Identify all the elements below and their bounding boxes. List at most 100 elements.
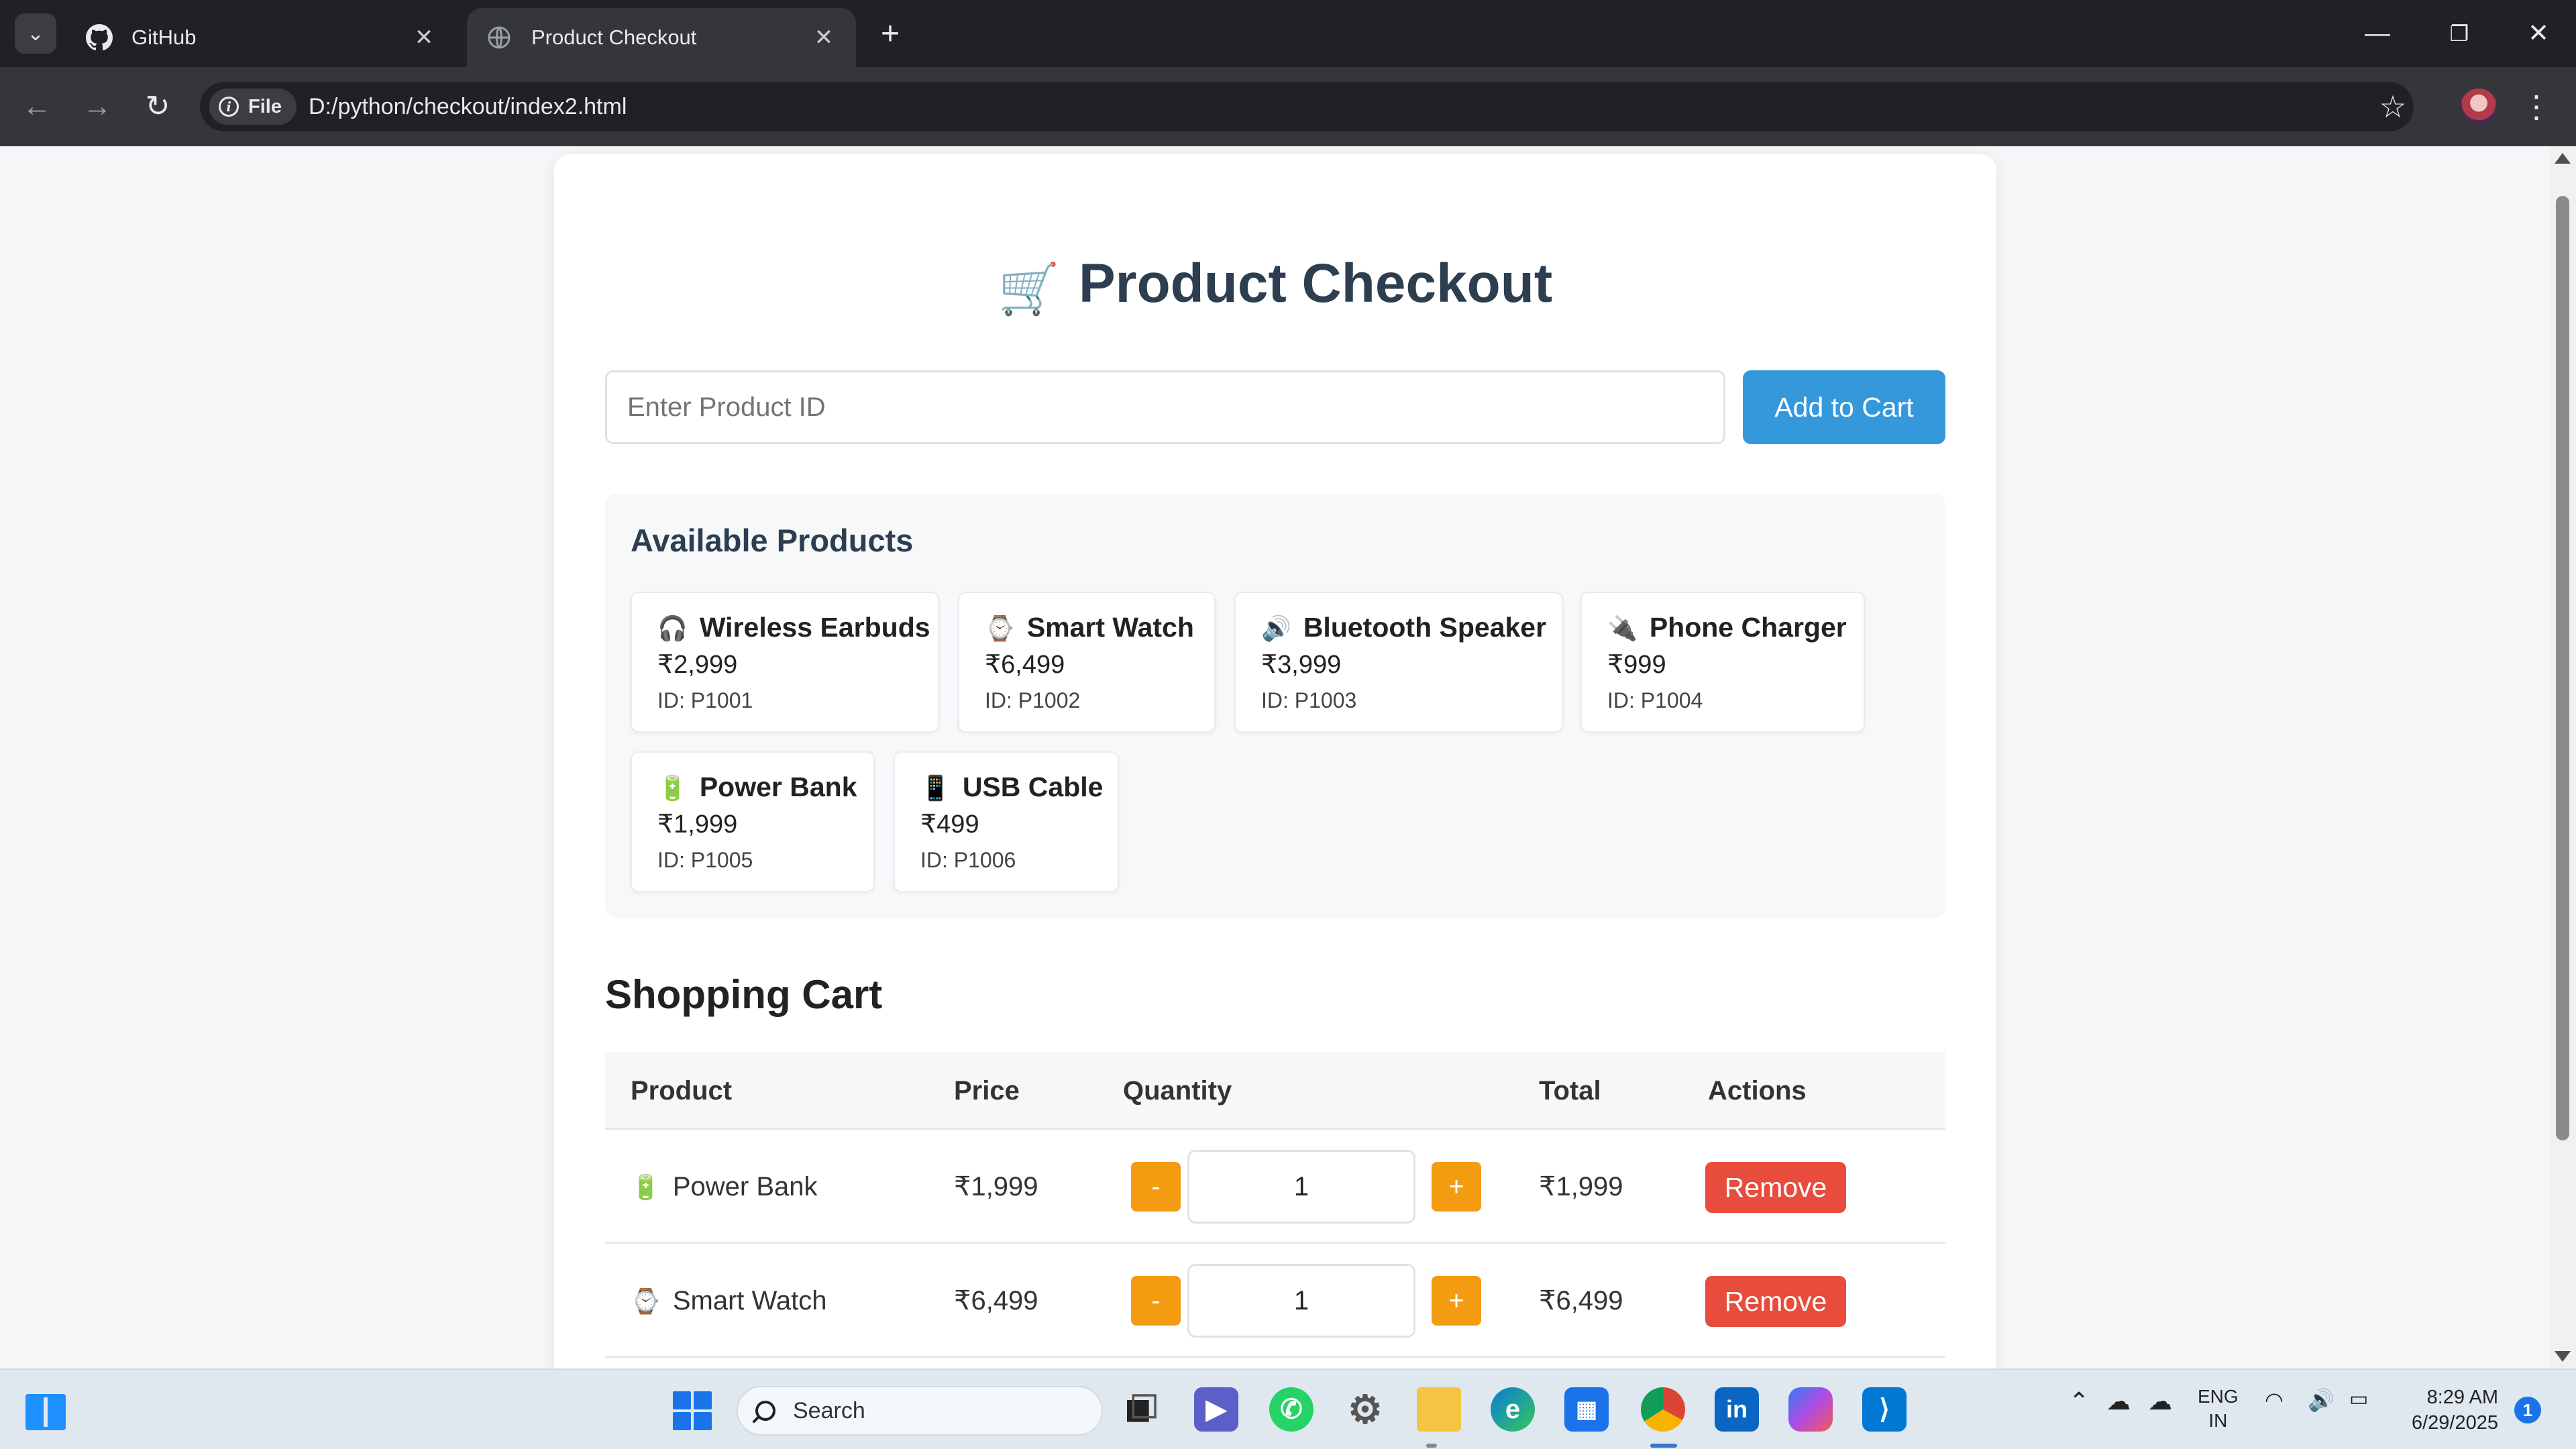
whatsapp-icon[interactable]: ✆ [1269, 1387, 1313, 1432]
github-icon [86, 24, 113, 51]
column-header-quantity: Quantity [1123, 1076, 1232, 1106]
tab-title: GitHub [131, 25, 197, 49]
info-icon: i [219, 97, 239, 117]
tab-product-checkout[interactable]: Product Checkout ✕ [467, 8, 856, 67]
input-language-indicator[interactable]: ENG IN [2198, 1385, 2239, 1433]
phone-icon: 📱 [920, 774, 951, 802]
quantity-input[interactable] [1187, 1264, 1415, 1338]
restore-icon[interactable]: ❐ [2432, 13, 2486, 54]
cart-row: ⌚Smart Watch ₹6,499 - + ₹6,499 Remove [605, 1244, 1945, 1358]
forward-arrow-icon[interactable]: → [76, 86, 118, 127]
remove-button[interactable]: Remove [1705, 1276, 1846, 1327]
reload-icon[interactable]: ↻ [137, 86, 178, 127]
cart-price: ₹6,499 [954, 1286, 1038, 1316]
product-name: ⌚ Smart Watch [985, 612, 1194, 643]
cart-table-header: Product Price Quantity Total Actions [605, 1052, 1945, 1130]
product-card[interactable]: 🔋 Power Bank ₹1,999 ID: P1005 [631, 751, 875, 892]
product-id: ID: P1002 [985, 688, 1081, 712]
product-card[interactable]: 🔌 Phone Charger ₹999 ID: P1004 [1580, 592, 1865, 733]
onedrive-icon[interactable]: ☁ [2148, 1387, 2172, 1415]
shopping-cart-heading: Shopping Cart [605, 972, 883, 1017]
start-logo-pane [694, 1391, 712, 1409]
headphones-icon: 🎧 [657, 614, 688, 642]
minimize-icon[interactable]: — [2351, 13, 2404, 54]
widgets-icon[interactable] [25, 1394, 66, 1430]
product-card[interactable]: 🔊 Bluetooth Speaker ₹3,999 ID: P1003 [1234, 592, 1563, 733]
product-card[interactable]: ⌚ Smart Watch ₹6,499 ID: P1002 [958, 592, 1216, 733]
microsoft-store-icon[interactable]: ▦ [1564, 1387, 1609, 1432]
tab-github[interactable]: GitHub ✕ [67, 8, 456, 67]
watch-icon: ⌚ [985, 614, 1015, 642]
address-bar[interactable]: i File D:/python/checkout/index2.html [200, 82, 2414, 131]
browser-menu-icon[interactable]: ⋮ [2521, 86, 2552, 127]
copilot-icon[interactable] [1788, 1387, 1833, 1432]
app-active-indicator [1650, 1444, 1677, 1448]
region-code: IN [2208, 1410, 2228, 1431]
add-to-cart-button[interactable]: Add to Cart [1743, 370, 1945, 444]
task-view-icon[interactable] [1119, 1387, 1163, 1432]
chrome-icon[interactable] [1641, 1387, 1685, 1432]
url-text[interactable]: D:/python/checkout/index2.html [309, 82, 627, 131]
product-card[interactable]: 📱 USB Cable ₹499 ID: P1006 [894, 751, 1119, 892]
chevron-up-icon[interactable]: ⌃ [2069, 1387, 2089, 1415]
product-id: ID: P1001 [657, 688, 753, 712]
increase-quantity-button[interactable]: + [1432, 1276, 1481, 1326]
scrollbar-thumb[interactable] [2556, 196, 2569, 1140]
clock[interactable]: 8:29 AM 6/29/2025 [2398, 1385, 2498, 1436]
battery-icon[interactable]: ▭ [2349, 1387, 2368, 1411]
product-id: ID: P1003 [1261, 688, 1357, 712]
profile-avatar[interactable] [2461, 89, 2497, 125]
wifi-icon[interactable]: ◠ [2265, 1387, 2284, 1413]
product-id-input[interactable] [605, 370, 1725, 444]
volume-icon[interactable]: 🔊 [2308, 1387, 2334, 1413]
scroll-up-arrow-icon[interactable] [2555, 153, 2571, 164]
column-header-price: Price [954, 1076, 1020, 1106]
cloud-offline-icon[interactable]: ☁ [2106, 1387, 2131, 1415]
window-close-icon[interactable]: ✕ [2512, 13, 2565, 54]
product-price: ₹499 [920, 810, 979, 839]
notification-badge[interactable]: 1 [2514, 1397, 2541, 1424]
start-logo-pane [673, 1391, 691, 1409]
site-info-chip[interactable]: i File [209, 89, 297, 125]
remove-button[interactable]: Remove [1705, 1162, 1846, 1213]
vscode-icon[interactable]: ⟩ [1862, 1387, 1907, 1432]
start-button[interactable] [673, 1391, 712, 1430]
product-name: 📱 USB Cable [920, 771, 1104, 802]
search-icon [755, 1401, 775, 1421]
available-products-heading: Available Products [631, 523, 914, 558]
edge-browser-icon[interactable]: e [1491, 1387, 1535, 1432]
close-icon[interactable]: ✕ [411, 24, 437, 51]
tab-search-button[interactable]: ⌄ [15, 13, 56, 54]
teams-chat-icon[interactable]: ▶ [1194, 1387, 1238, 1432]
back-arrow-icon[interactable]: ← [16, 86, 58, 127]
taskbar-search-box[interactable]: Search [737, 1386, 1103, 1436]
plug-icon: 🔌 [1607, 614, 1638, 642]
new-tab-button[interactable]: + [872, 16, 908, 52]
bookmark-star-icon[interactable]: ☆ [2375, 89, 2411, 125]
cart-row: 🔋Power Bank ₹1,999 - + ₹1,999 Remove [605, 1130, 1945, 1244]
clock-time: 8:29 AM [2426, 1387, 2498, 1408]
quantity-input[interactable] [1187, 1150, 1415, 1224]
decrease-quantity-button[interactable]: - [1131, 1276, 1181, 1326]
column-header-product: Product [631, 1076, 733, 1106]
checkout-container: 🛒 Product Checkout Add to Cart Available … [554, 154, 1996, 1368]
product-price: ₹1,999 [657, 810, 738, 839]
linkedin-icon[interactable]: in [1715, 1387, 1759, 1432]
product-name: 🔋 Power Bank [657, 771, 857, 802]
product-card[interactable]: 🎧 Wireless Earbuds ₹2,999 ID: P1001 [631, 592, 939, 733]
increase-quantity-button[interactable]: + [1432, 1162, 1481, 1212]
globe-icon [486, 24, 513, 51]
decrease-quantity-button[interactable]: - [1131, 1162, 1181, 1212]
battery-icon: 🔋 [631, 1173, 661, 1201]
product-id: ID: P1006 [920, 848, 1016, 872]
product-id: ID: P1005 [657, 848, 753, 872]
settings-gear-icon[interactable]: ⚙ [1343, 1387, 1387, 1432]
vertical-scrollbar[interactable] [2549, 146, 2576, 1368]
product-id: ID: P1004 [1607, 688, 1703, 712]
close-icon[interactable]: ✕ [810, 24, 837, 51]
clock-date: 6/29/2025 [2411, 1412, 2498, 1434]
file-explorer-icon[interactable] [1417, 1387, 1461, 1432]
product-price: ₹2,999 [657, 651, 738, 679]
scroll-down-arrow-icon[interactable] [2555, 1351, 2571, 1362]
page-viewport: 🛒 Product Checkout Add to Cart Available … [0, 146, 2549, 1368]
